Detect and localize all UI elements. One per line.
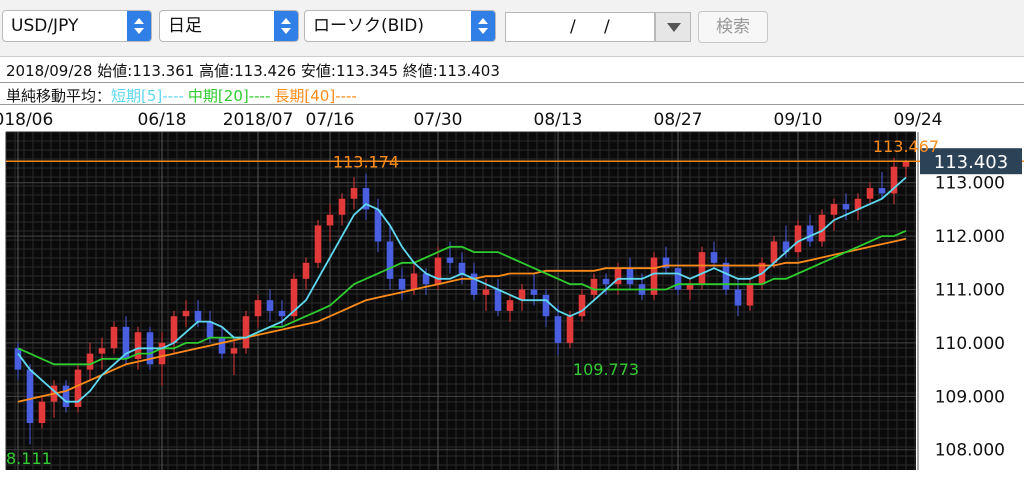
candle-body bbox=[38, 401, 46, 424]
date-dropdown-button[interactable] bbox=[655, 12, 691, 42]
ma-legend: 単純移動平均：短期[5]---- 中期[20]---- 長期[40]---- bbox=[6, 85, 357, 106]
candle-body bbox=[722, 262, 730, 290]
date-input[interactable]: / / bbox=[505, 12, 655, 42]
ohlc-readout: 2018/09/28 始値:113.361 高値:113.426 安値:113.… bbox=[6, 62, 500, 80]
ma-legend-long: 長期[40]---- bbox=[274, 87, 357, 105]
candle-body bbox=[158, 342, 166, 365]
candle-body bbox=[170, 316, 178, 343]
select-arrow-icon bbox=[274, 11, 298, 41]
candle-body bbox=[542, 294, 550, 317]
period-value: 日足 bbox=[168, 16, 202, 36]
candle-body bbox=[554, 316, 562, 343]
candle-body bbox=[182, 310, 190, 317]
candle-body bbox=[230, 348, 238, 354]
period-select[interactable]: 日足 bbox=[159, 10, 299, 42]
date-slash-2: / bbox=[604, 17, 610, 37]
candle-body bbox=[386, 241, 394, 279]
ma-legend-short: 短期[5]---- bbox=[111, 87, 184, 105]
select-arrow-icon bbox=[127, 11, 151, 41]
candle-body bbox=[590, 278, 598, 295]
candle-body bbox=[626, 268, 634, 285]
x-tick-label: 2018/07 bbox=[223, 110, 294, 130]
candle-body bbox=[494, 289, 502, 311]
candle-body bbox=[374, 209, 382, 242]
date-slash-1: / bbox=[570, 17, 576, 37]
y-tick-label: 111.000 bbox=[935, 281, 1005, 301]
candle-body bbox=[458, 262, 466, 274]
ma-legend-mid: 中期[20]---- bbox=[187, 87, 271, 105]
candle-body bbox=[710, 252, 718, 263]
x-tick-label: 06/18 bbox=[138, 110, 187, 130]
candle-body bbox=[242, 316, 250, 349]
candle-body bbox=[566, 316, 574, 343]
current-price-label: 113.403 bbox=[934, 152, 1008, 173]
candle-body bbox=[278, 310, 286, 317]
candle-body bbox=[794, 225, 802, 253]
select-arrow-icon bbox=[471, 11, 495, 41]
candle-body bbox=[806, 225, 814, 242]
chart-type-select[interactable]: ローソク(BID) bbox=[304, 10, 496, 42]
x-tick-label: 08/13 bbox=[534, 110, 583, 130]
candle-body bbox=[398, 278, 406, 290]
candle-body bbox=[674, 268, 682, 290]
candle-body bbox=[326, 214, 334, 226]
y-tick-label: 108.000 bbox=[935, 441, 1005, 461]
y-tick-label: 113.000 bbox=[935, 174, 1005, 194]
candle-body bbox=[314, 225, 322, 263]
candle-body bbox=[530, 289, 538, 295]
price-annotation: 109.773 bbox=[573, 360, 639, 379]
y-tick-label: 112.000 bbox=[935, 227, 1005, 247]
x-tick-label: 2018/06 bbox=[0, 110, 53, 130]
x-tick-label: 08/27 bbox=[654, 110, 703, 130]
search-button[interactable]: 検索 bbox=[698, 11, 768, 43]
ma-legend-prefix: 単純移動平均： bbox=[6, 87, 112, 105]
candle-body bbox=[350, 188, 358, 199]
candle-body bbox=[206, 321, 214, 338]
candle-body bbox=[842, 204, 850, 210]
candle-body bbox=[866, 188, 874, 199]
x-tick-label: 07/30 bbox=[414, 110, 463, 130]
candle-body bbox=[446, 257, 454, 263]
candle-body bbox=[194, 310, 202, 322]
candle-body bbox=[506, 300, 514, 311]
candle-body bbox=[602, 278, 610, 285]
divider bbox=[0, 82, 1024, 83]
y-tick-label: 109.000 bbox=[935, 387, 1005, 407]
candle-body bbox=[266, 300, 274, 311]
price-annotation: 113.174 bbox=[333, 152, 399, 171]
candlestick-chart[interactable]: 2018/06 06/18 2018/07 07/16 07/30 08/13 08/27 0… bbox=[0, 105, 1024, 490]
candle-body bbox=[410, 273, 418, 290]
candle-body bbox=[434, 257, 442, 285]
candle-body bbox=[14, 348, 22, 370]
candle-body bbox=[878, 188, 886, 194]
currency-pair-value: USD/JPY bbox=[11, 16, 79, 36]
candle-body bbox=[830, 204, 838, 215]
price-annotation: 113.467 bbox=[873, 137, 939, 156]
chart-type-value: ローソク(BID) bbox=[313, 16, 425, 36]
currency-pair-select[interactable]: USD/JPY bbox=[2, 10, 152, 42]
candle-body bbox=[734, 289, 742, 306]
candle-body bbox=[470, 273, 478, 295]
candle-body bbox=[578, 294, 586, 317]
candle-body bbox=[302, 262, 310, 279]
candle-body bbox=[338, 198, 346, 215]
y-tick-label: 110.000 bbox=[935, 334, 1005, 354]
candle-body bbox=[698, 252, 706, 285]
candle-body bbox=[902, 161, 910, 167]
candle-body bbox=[254, 300, 262, 317]
candle-body bbox=[110, 326, 118, 349]
candle-body bbox=[62, 385, 70, 407]
candle-body bbox=[218, 337, 226, 354]
candle-body bbox=[98, 348, 106, 354]
candle-body bbox=[482, 289, 490, 295]
candle-body bbox=[86, 353, 94, 370]
toolbar: USD/JPY 日足 ローソク(BID) / / 検索 bbox=[0, 0, 1024, 57]
x-tick-label: 07/16 bbox=[306, 110, 355, 130]
candle-body bbox=[26, 369, 34, 424]
price-annotation: 8.111 bbox=[6, 449, 52, 468]
x-tick-label: 09/24 bbox=[894, 110, 943, 130]
candle-body bbox=[746, 284, 754, 306]
x-tick-label: 09/10 bbox=[774, 110, 823, 130]
